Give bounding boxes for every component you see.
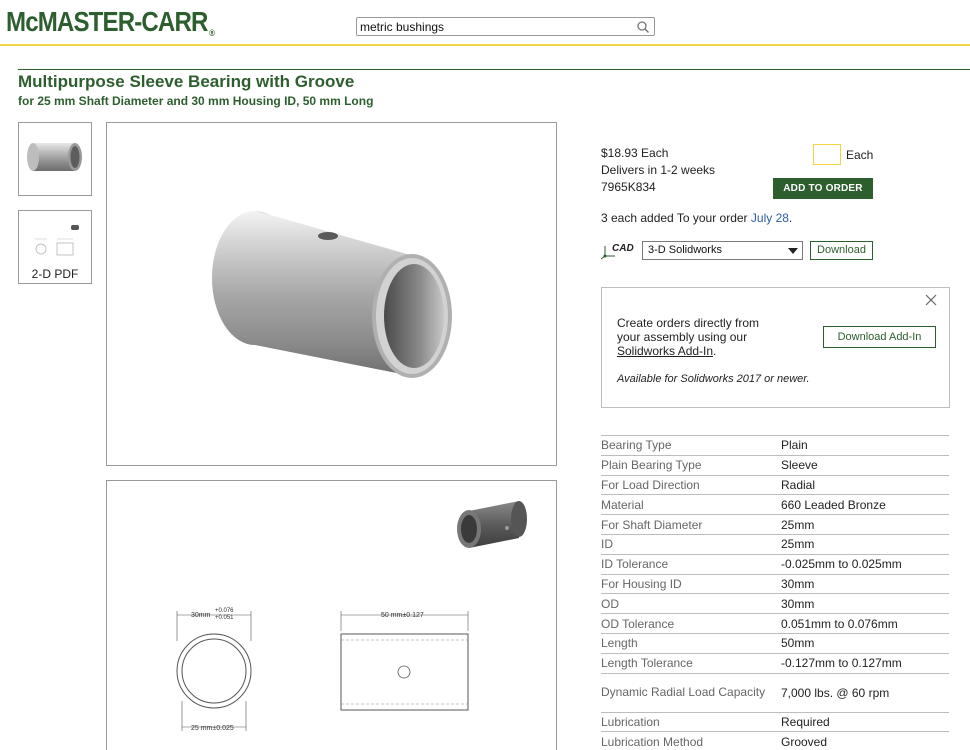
table-row: OD Tolerance 0.051mm to 0.076mm [601,614,949,634]
quantity-unit: Each [846,148,874,162]
product-subtitle: for 25 mm Shaft Diameter and 30 mm Housi… [18,94,374,108]
table-row: OD 30mm [601,594,949,615]
tolerance-od-minus: +0.051 [215,615,234,621]
thumbnail-2d-pdf[interactable]: 2-D PDF [18,210,92,284]
mcmaster-logo[interactable]: McMASTER-CARR ® [6,6,215,38]
site-header: McMASTER-CARR ® [0,0,970,46]
cad-format-select[interactable]: 3-D Solidworks [642,241,803,260]
table-row: For Shaft Diameter 25mm [601,515,949,535]
search-input[interactable] [357,18,627,35]
delivery-estimate: Delivers in 1-2 weeks [601,163,716,177]
chevron-down-icon [788,248,798,254]
search-icon[interactable] [636,20,650,34]
addin-compat-note: Available for Solidworks 2017 or newer. [617,373,810,385]
addin-description: Create orders directly from your assembl… [617,316,760,358]
order-info: $18.93 Each Delivers in 1-2 weeks 7965K8… [601,145,715,196]
table-row: Length Tolerance -0.127mm to 0.127mm [601,654,949,674]
tolerance-od-plus: +0.076 [215,608,234,614]
table-row: For Housing ID 30mm [601,575,949,595]
dimension-drawing: 30mm +0.076 +0.051 25 mm±0.025 50 mm±0.1… [106,480,557,750]
title-divider [18,69,970,70]
search-box[interactable] [356,17,655,36]
solidworks-addin-link[interactable]: Solidworks Add-In [617,344,713,358]
part-number: 7965K834 [601,180,656,194]
quantity-input[interactable] [813,144,841,165]
dimension-od: 30mm [191,612,211,619]
svg-text:CAD: CAD [612,243,634,254]
unit-price: $18.93 Each [601,146,669,160]
table-row: ID 25mm [601,535,949,555]
table-row: Plain Bearing Type Sleeve [601,456,949,476]
sleeve-bearing-thumbnail-icon [27,143,82,171]
product-image [106,122,557,466]
table-row: Material 660 Leaded Bronze [601,495,949,516]
technical-drawing: 30mm +0.076 +0.051 25 mm±0.025 50 mm±0.1… [176,501,527,732]
dimension-length: 50 mm±0.127 [381,612,424,619]
download-addin-button[interactable]: Download Add-In [823,326,936,348]
table-row: Length 50mm [601,634,949,654]
dimension-id: 25 mm±0.025 [191,725,234,732]
cad-icon: CAD [601,243,634,260]
product-title: Multipurpose Sleeve Bearing with Groove [18,72,355,91]
table-row: ID Tolerance -0.025mm to 0.025mm [601,555,949,575]
added-to-order-note: 3 each added To your order July 28. [601,211,793,225]
cad-download-button[interactable]: Download [810,241,873,260]
solidworks-addin-promo: Create orders directly from your assembl… [601,287,950,408]
table-row: Dynamic Radial Load Capacity 7,000 lbs. @… [601,674,949,713]
add-to-order-button[interactable]: ADD TO ORDER [773,178,873,199]
order-date-link[interactable]: July 28 [751,211,789,225]
table-row: Lubrication Required [601,713,949,733]
sleeve-bearing-image [212,211,452,378]
drawing-thumbnail-icon [35,225,79,256]
table-row: For Load Direction Radial [601,476,949,496]
table-row: Lubrication Method Grooved [601,732,949,750]
close-icon[interactable] [925,294,937,306]
thumbnail-3d-image[interactable] [18,122,92,196]
table-row: Bearing Type Plain [601,436,949,456]
mini-bearing-icon [457,501,527,548]
thumbnail-label: 2-D PDF [31,267,79,281]
spec-table: Bearing Type Plain Plain Bearing Type Slee… [601,435,949,750]
